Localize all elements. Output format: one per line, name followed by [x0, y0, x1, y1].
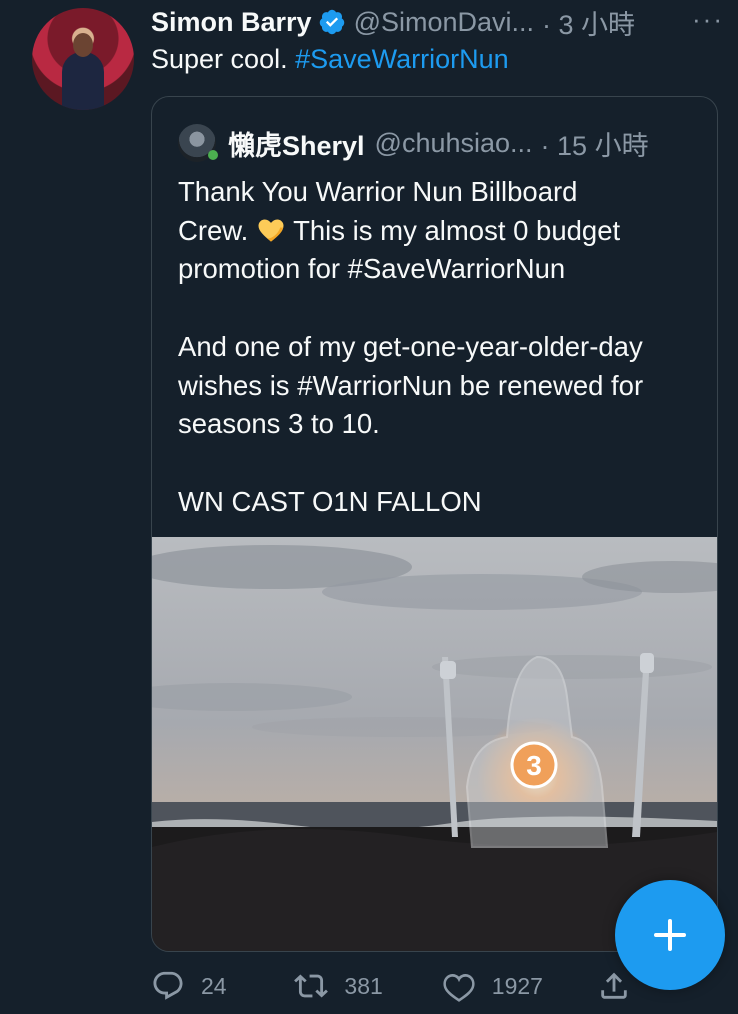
avatar-badge — [208, 150, 218, 160]
author-handle[interactable]: @SimonDavi... — [354, 7, 534, 38]
quoted-author-handle: @chuhsiao... — [374, 127, 533, 158]
author-name[interactable]: Simon Barry — [151, 7, 312, 38]
avatar-figure-body — [62, 52, 104, 110]
quoted-text-part2: This is my almost 0 budget promotion for… — [178, 214, 644, 517]
reply-button[interactable]: 24 — [151, 969, 294, 1003]
quoted-tweet-header: 懶虎Sheryl @chuhsiao... · 15 小時 — [178, 123, 649, 163]
more-options-icon[interactable]: ··· — [692, 4, 724, 35]
compose-tweet-button[interactable] — [615, 880, 725, 990]
sculpture-number: 3 — [526, 750, 542, 781]
plus-icon — [654, 919, 686, 951]
tweet-header: Simon Barry @SimonDavi... · 3 小時 — [151, 4, 635, 40]
hashtag-link[interactable]: #SaveWarriorNun — [295, 44, 509, 74]
retweet-icon — [294, 974, 329, 998]
retweet-count: 381 — [344, 972, 383, 999]
ice-sculpture-beach-photo[interactable]: 3 — [152, 537, 717, 951]
like-count: 1927 — [491, 972, 543, 999]
tweet-text: Super cool. #SaveWarriorNun — [151, 44, 509, 75]
reply-icon — [153, 971, 183, 1000]
quoted-tweet-time: · 15 小時 — [540, 130, 649, 161]
quoted-author-avatar — [178, 124, 218, 162]
yellow-heart-icon — [258, 219, 284, 242]
reply-count: 24 — [201, 972, 227, 999]
photo-scene: 3 — [152, 537, 717, 951]
tweet-text-prefix: Super cool. — [151, 44, 296, 74]
heart-icon — [443, 973, 475, 1002]
like-button[interactable]: 1927 — [442, 969, 597, 1003]
author-avatar[interactable] — [32, 8, 134, 110]
tweet-time[interactable]: · 3 小時 — [542, 3, 635, 42]
retweet-button[interactable]: 381 — [294, 969, 441, 1003]
share-icon — [601, 972, 627, 999]
tweet-actions: 24 381 1927 — [151, 964, 631, 1008]
share-button[interactable] — [597, 969, 631, 1003]
avatar-figure-head — [73, 33, 93, 57]
quoted-tweet-text: Thank You Warrior Nun Billboard Crew. Th… — [178, 173, 703, 521]
quoted-author-name: 懶虎Sheryl — [228, 130, 365, 161]
quoted-tweet[interactable]: 懶虎Sheryl @chuhsiao... · 15 小時 Thank You … — [151, 96, 718, 952]
verified-badge-icon — [319, 9, 344, 35]
